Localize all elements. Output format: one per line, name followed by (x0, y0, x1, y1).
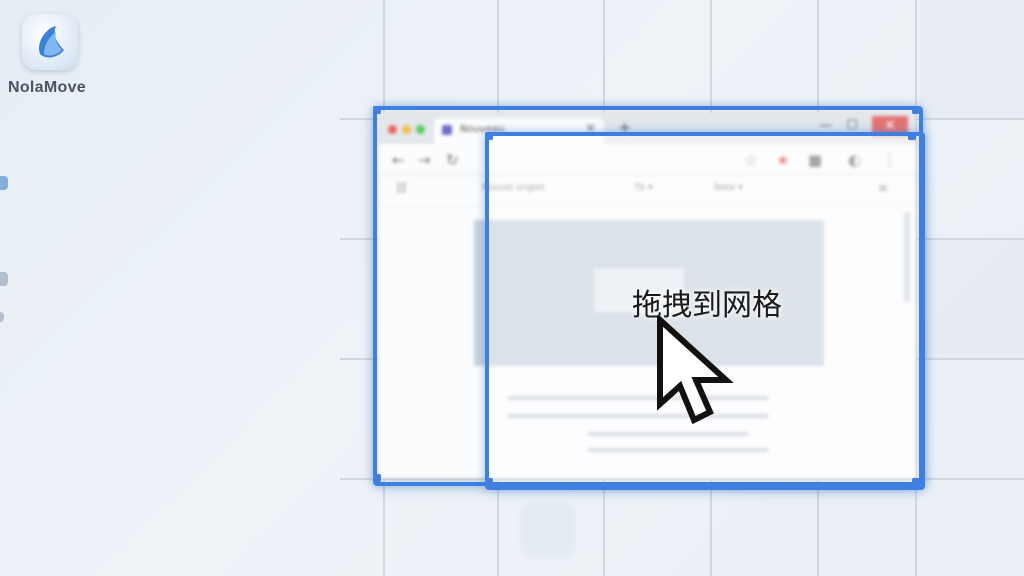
snap-handle[interactable] (373, 474, 381, 482)
desktop-icon[interactable] (0, 176, 8, 190)
arrow-cursor-icon (657, 316, 734, 425)
grid-cell (920, 238, 1024, 358)
desktop-icon[interactable] (0, 272, 8, 286)
snap-handle[interactable] (912, 478, 920, 486)
snap-handle[interactable] (908, 132, 916, 140)
snap-handle[interactable] (912, 106, 920, 114)
ghost-logo-icon (520, 502, 576, 558)
app-name-label: NolaMove (8, 79, 86, 96)
snap-handle[interactable] (373, 106, 381, 114)
desktop-icon[interactable] (0, 312, 4, 322)
grid-cell (920, 0, 1024, 118)
nolamove-logo-icon[interactable] (22, 14, 78, 70)
snap-handle[interactable] (485, 478, 493, 486)
snap-handle[interactable] (485, 132, 493, 140)
